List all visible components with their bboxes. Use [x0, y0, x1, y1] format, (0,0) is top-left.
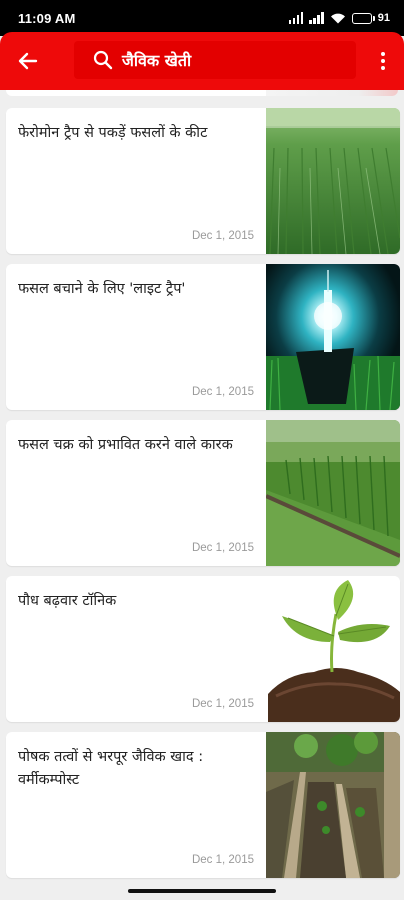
article-title: पोषक तत्वों से भरपूर जैविक खाद : वर्मीकम…: [18, 749, 204, 788]
article-title: फसल बचाने के लिए 'लाइट ट्रैप': [18, 281, 186, 297]
battery-icon: 91: [351, 12, 390, 24]
status-time: 11:09 AM: [18, 10, 76, 26]
article-date: Dec 1, 2015: [191, 386, 254, 398]
search-icon: [92, 49, 114, 71]
list-item[interactable]: फसल चक्र को प्रभावित करने वाले कारक Dec …: [6, 420, 400, 566]
article-thumbnail: [266, 108, 400, 254]
article-list: फेरोमोन ट्रैप से पकड़ें फसलों के कीट Dec…: [0, 90, 404, 900]
list-item[interactable]: पौध बढ़वार टॉनिक Dec 1, 2015: [6, 576, 400, 722]
article-date: Dec 1, 2015: [191, 854, 254, 866]
article-title: फसल चक्र को प्रभावित करने वाले कारक: [18, 437, 233, 453]
article-title: पौध बढ़वार टॉनिक: [18, 593, 117, 609]
signal-icon: [309, 12, 324, 24]
status-bar: 11:09 AM 91: [0, 0, 404, 36]
article-thumbnail: [266, 90, 398, 96]
battery-level: 91: [377, 12, 390, 24]
list-item[interactable]: फसल बचाने के लिए 'लाइट ट्रैप' Dec 1, 201…: [6, 264, 400, 410]
article-date: Dec 1, 2015: [191, 698, 254, 710]
signal-icon: [288, 12, 304, 24]
list-item[interactable]: पोषक तत्वों से भरपूर जैविक खाद : वर्मीकम…: [6, 732, 400, 878]
list-item[interactable]: फेरोमोन ट्रैप से पकड़ें फसलों के कीट Dec…: [6, 108, 400, 254]
more-options-button[interactable]: [372, 44, 394, 78]
status-icons: 91: [288, 12, 390, 24]
home-indicator[interactable]: [128, 889, 276, 893]
article-thumbnail: [266, 576, 400, 722]
article-date: Dec 1, 2015: [191, 230, 254, 242]
article-thumbnail: [266, 732, 400, 878]
back-button[interactable]: [8, 42, 48, 80]
article-thumbnail: [266, 420, 400, 566]
more-vertical-icon: [381, 52, 385, 56]
app-bar: जैविक खेती: [0, 32, 404, 90]
article-title: फेरोमोन ट्रैप से पकड़ें फसलों के कीट: [18, 125, 208, 141]
search-input[interactable]: जैविक खेती: [74, 41, 356, 79]
wifi-icon: [330, 13, 345, 24]
article-thumbnail: [266, 264, 400, 410]
search-query: जैविक खेती: [122, 51, 192, 70]
arrow-left-icon: [18, 52, 38, 70]
article-date: Dec 1, 2015: [191, 542, 254, 554]
